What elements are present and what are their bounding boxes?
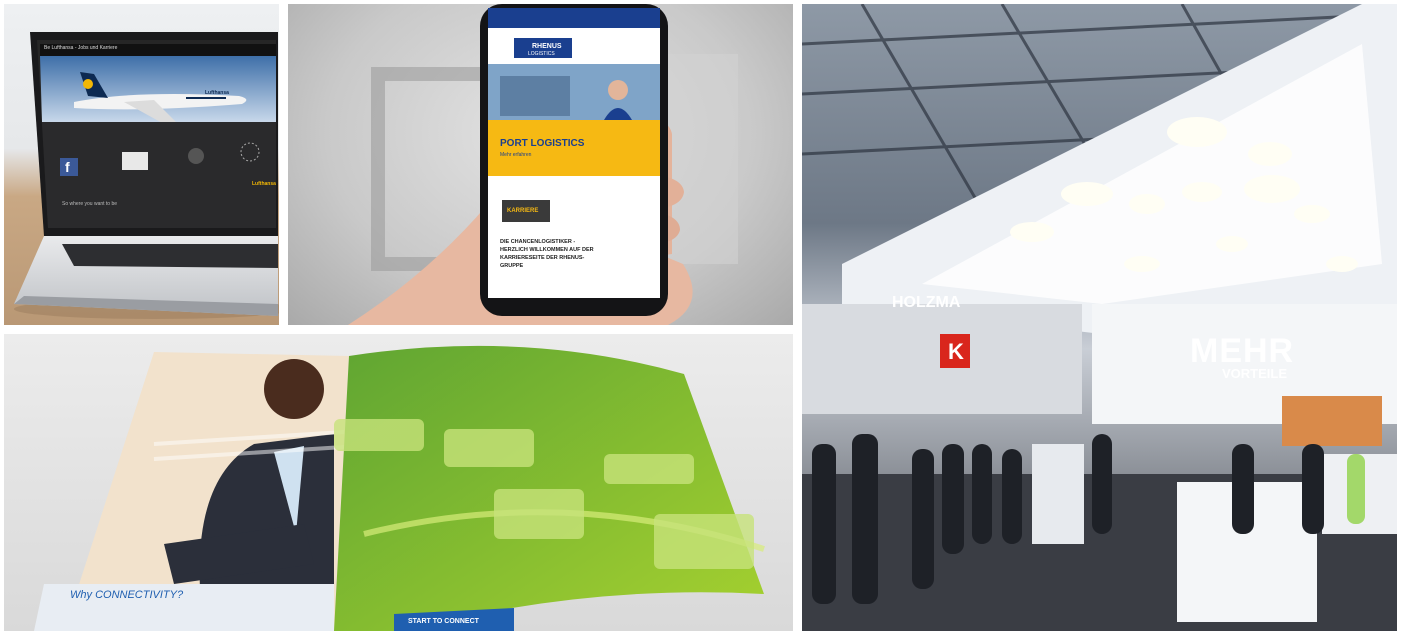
map-icon [188,148,204,164]
laptop-header-title: Be Lufthansa - Jobs und Karriere [44,45,118,51]
rhenus-brand-line2: LOGISTICS [528,51,555,57]
laptop-airline-name: Lufthansa [205,90,229,96]
banner-subtitle: Mehr erfahren [500,152,532,158]
photo-trade-fair-booth: MEHR VORTEILE HOLZMA K [802,4,1397,631]
body-text-line: HERZLICH WILLKOMMEN AUF DER [500,247,594,253]
booth-illustration [802,4,1397,631]
photo-smartphone: RHENUS LOGISTICS PORT LOGISTICS Mehr erf… [288,4,793,325]
photo-laptop: f Be Lufthansa - Jobs und Karriere Lufth… [4,4,279,325]
brochure-right-page [334,345,764,631]
body-text-line: GRUPPE [500,263,524,269]
booth-sign-sub: VORTEILE [1222,366,1288,381]
svg-text:f: f [65,159,70,175]
brochure-right-footer: START TO CONNECT [408,618,479,625]
body-text-line: DIE CHANCENLOGISTIKER - [500,239,576,245]
laptop-footer-text: So where you want to be [62,201,118,207]
phone-body-text: DIE CHANCENLOGISTIKER - HERZLICH WILLKOM… [500,238,650,270]
rhenus-brand-line1: RHENUS [532,43,562,50]
booth-header-sign: HOLZMA [892,294,961,311]
photo-brochure: Why CONNECTIVITY? START TO CONNECT [4,334,793,631]
title-highlight: CONNECTIVITY [95,589,177,601]
keyboard [62,244,278,268]
booth-k-logo: K [948,339,964,364]
brochure-illustration [34,345,765,631]
laptop-footer-brand: Lufthansa [252,181,276,187]
title-suffix: ? [176,589,184,601]
laptop-illustration: f [14,32,279,319]
banner-title: PORT LOGISTICS [500,138,585,149]
karriere-button-label: KARRIERE [507,208,539,214]
body-text-line: KARRIERESEITE DER RHENUS- [500,255,585,261]
brochure-left-title: Why CONNECTIVITY? [70,589,183,601]
title-prefix: Why [70,589,96,601]
photo-thumbnail-icon [122,152,148,170]
